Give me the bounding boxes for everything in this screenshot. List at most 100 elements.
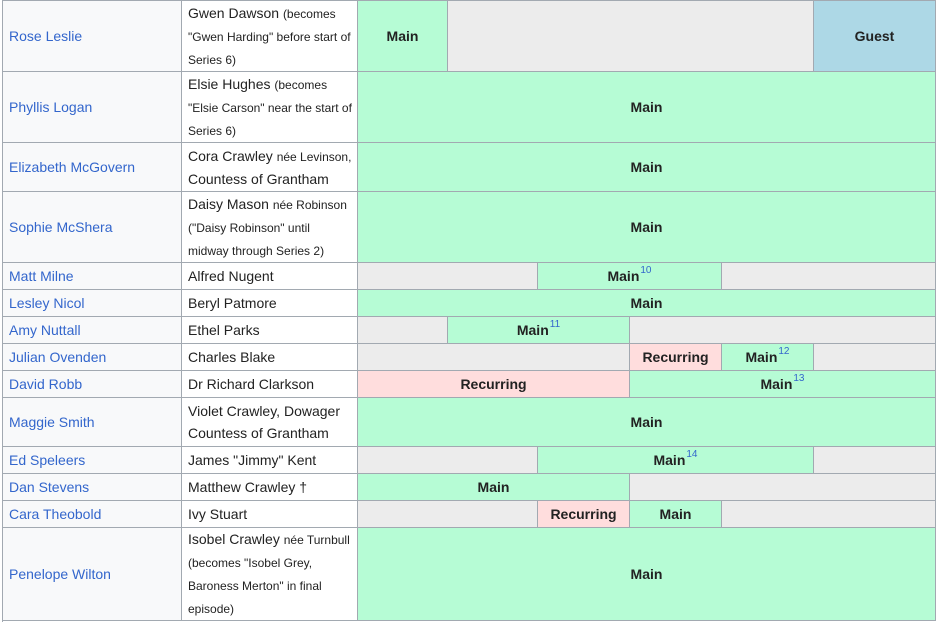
status-label: Main [607,268,640,284]
status-label: Main [516,322,549,338]
status-label: Recurring [460,376,527,392]
actor-link[interactable]: Penelope Wilton [3,528,182,621]
status-cell-main: Main [358,398,936,447]
character-text: James "Jimmy" Kent [188,449,316,471]
actor-link[interactable]: Ed Speleers [3,447,182,474]
character-name: Cora Crawley [188,147,273,164]
actor-name: David Robb [9,376,83,392]
status-label: Guest [854,28,895,44]
actor-name: Sophie McShera [9,219,113,235]
character-name: Isobel Crawley [188,531,280,547]
status-cell-none [448,1,814,72]
character-text: Dr Richard Clarkson [188,373,314,395]
actor-name: Rose Leslie [9,28,83,44]
actor-link[interactable]: Lesley Nicol [3,290,182,317]
character-name: Charles Blake [188,349,276,365]
character-cell: Isobel Crawley née Turnbull (becomes "Is… [182,528,358,621]
footnote-link[interactable]: 11 [550,319,560,330]
character-name: Beryl Patmore [188,295,277,311]
status-cell-main: Main [358,192,936,263]
character-cell: Alfred Nugent [182,263,358,290]
status-label: Main [659,506,692,522]
actor-link[interactable]: Maggie Smith [3,398,182,447]
character-name: Gwen Dawson [188,4,280,21]
character-text: Ivy Stuart [188,503,247,525]
character-text: Isobel Crawley née Turnbull (becomes "Is… [188,528,353,620]
footnote-link[interactable]: 12 [778,346,789,357]
status-cell-main: Main 10 [538,263,722,290]
status-label: Main [760,376,793,392]
status-cell-none [722,501,936,528]
status-label: Main [386,28,419,44]
actor-name: Julian Ovenden [9,349,107,365]
status-cell-main: Main [358,474,630,501]
character-name: Dr Richard Clarkson [188,376,315,392]
character-name: James "Jimmy" Kent [188,452,317,468]
character-name: Alfred Nugent [188,268,274,284]
status-label: Recurring [550,506,617,522]
character-cell: Charles Blake [182,344,358,371]
character-cell: Violet Crawley, Dowager Countess of Grant… [182,398,358,447]
status-cell-none [814,344,936,371]
status-label: Main [653,452,686,468]
status-cell-none [630,474,936,501]
character-cell: Ivy Stuart [182,501,358,528]
actor-link[interactable]: Amy Nuttall [3,317,182,344]
character-text: Ethel Parks [188,319,260,341]
actor-link[interactable]: Rose Leslie [3,1,182,72]
actor-link[interactable]: Elizabeth McGovern [3,143,182,192]
status-cell-main: Main [358,290,936,317]
actor-name: Lesley Nicol [9,295,85,311]
character-cell: James "Jimmy" Kent [182,447,358,474]
character-cell: Cora Crawley née Levinson, Countess of Gr… [182,143,358,192]
character-name: Matthew Crawley † [188,479,308,495]
status-label: Main [630,414,663,430]
status-cell-none [358,447,538,474]
status-cell-main: Main [358,528,936,621]
status-label: Main [630,219,663,235]
actor-name: Dan Stevens [9,479,90,495]
actor-name: Ed Speleers [9,452,86,468]
status-cell-none [358,263,538,290]
status-label: Main [630,99,663,115]
actor-name: Elizabeth McGovern [9,159,136,175]
status-cell-main: Main 11 [448,317,630,344]
status-cell-none [358,344,630,371]
actor-link[interactable]: Cara Theobold [3,501,182,528]
footnote-link[interactable]: 10 [640,265,651,276]
character-name: Elsie Hughes [188,75,271,92]
character-title: Countess of Grantham [188,170,329,187]
status-cell-none [722,263,936,290]
status-label: Main [630,159,663,175]
actor-link[interactable]: David Robb [3,371,182,398]
actor-link[interactable]: Phyllis Logan [3,72,182,143]
actor-name: Matt Milne [9,268,74,284]
actor-link[interactable]: Sophie McShera [3,192,182,263]
status-label: Main [630,566,663,582]
actor-name: Amy Nuttall [9,322,81,338]
character-text: Alfred Nugent [188,265,274,287]
character-text: Charles Blake [188,346,275,368]
character-text: Gwen Dawson (becomes "Gwen Harding" befo… [188,2,353,71]
actor-link[interactable]: Dan Stevens [3,474,182,501]
character-cell: Daisy Mason née Robinson ("Daisy Robinso… [182,192,358,263]
character-text: Elsie Hughes (becomes "Elsie Carson" nea… [188,73,353,142]
actor-link[interactable]: Julian Ovenden [3,344,182,371]
actor-link[interactable]: Matt Milne [3,263,182,290]
character-name: Violet Crawley, Dowager [188,403,340,419]
status-cell-recurring: Recurring [538,501,630,528]
actor-name: Phyllis Logan [9,99,93,115]
status-cell-none [358,317,448,344]
character-text: Cora Crawley née Levinson, Countess of Gr… [188,145,351,190]
actor-name: Cara Theobold [9,506,102,522]
character-name: Ivy Stuart [188,506,248,522]
character-text: Daisy Mason née Robinson ("Daisy Robinso… [188,193,353,262]
status-cell-main: Main 13 [630,371,936,398]
cast-table: Rose Leslie Gwen Dawson (becomes "Gwen Ha… [0,0,942,627]
status-cell-main: Main [630,501,722,528]
status-cell-none [814,447,936,474]
footnote-link[interactable]: 14 [686,449,697,460]
actor-name: Penelope Wilton [9,566,111,582]
footnote-link[interactable]: 13 [793,373,804,384]
character-title: Countess of Grantham [188,425,329,441]
